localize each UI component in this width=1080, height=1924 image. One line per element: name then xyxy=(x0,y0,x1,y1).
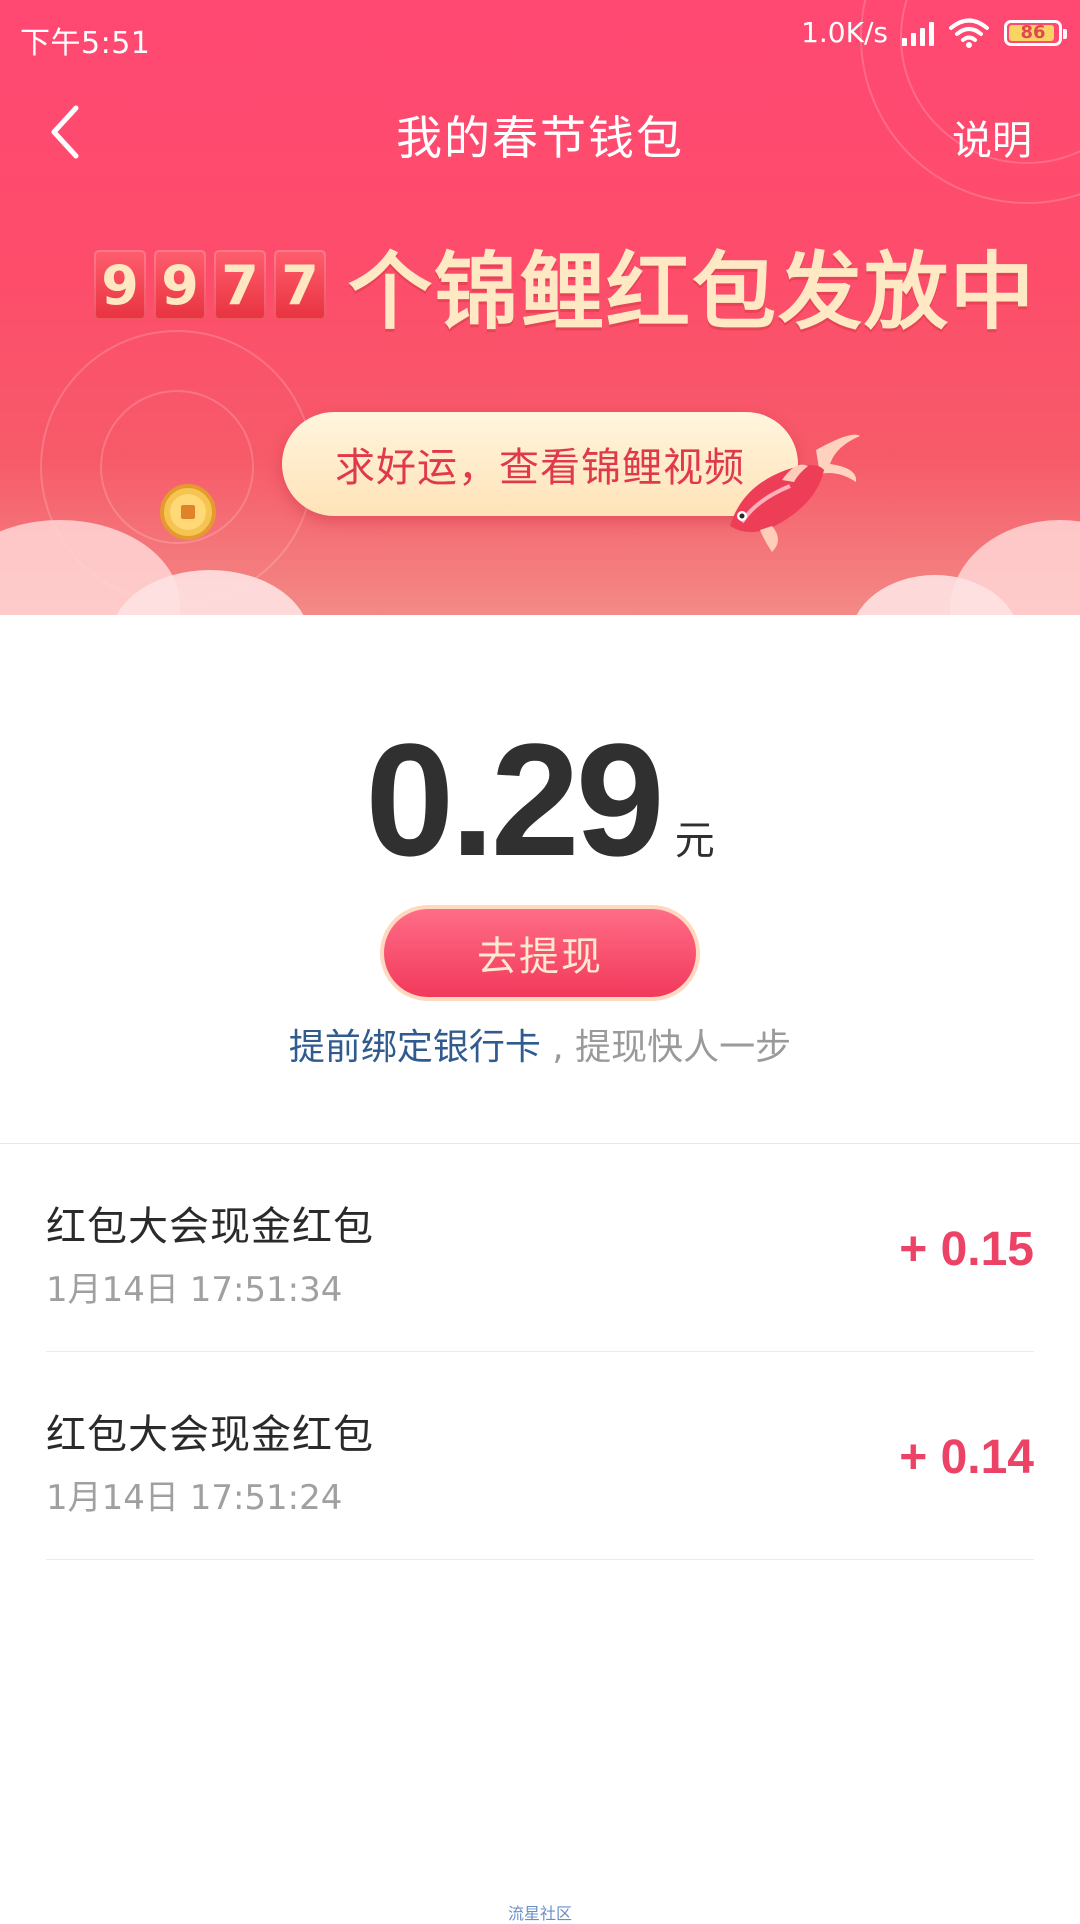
transaction-title: 红包大会现金红包 xyxy=(46,1412,374,1458)
transaction-row[interactable]: 红包大会现金红包 1月14日 17:51:34 + 0.15 xyxy=(0,1144,1080,1352)
balance-amount: 0.29 xyxy=(365,710,664,889)
balance-unit: 元 xyxy=(674,818,715,864)
counter-digit: 9 xyxy=(94,250,146,320)
status-bar: 下午5:51 1.0K/s 86 xyxy=(0,0,1080,72)
counter-digit: 7 xyxy=(214,250,266,320)
status-icons: 1.0K/s 86 xyxy=(801,16,1067,49)
counter-digit: 9 xyxy=(154,250,206,320)
battery-percentage: 86 xyxy=(1020,22,1046,43)
hero-banner: 下午5:51 1.0K/s 86 我的春节钱包 说明 9 9 7 7 个锦鲤红包… xyxy=(0,0,1080,615)
counter-digit: 7 xyxy=(274,250,326,320)
nav-bar: 我的春节钱包 说明 xyxy=(0,80,1080,180)
banner-headline: 个锦鲤红包发放中 xyxy=(348,242,1037,341)
help-link[interactable]: 说明 xyxy=(952,108,1032,166)
balance-display: 0.29 元 xyxy=(0,720,1080,880)
transaction-row[interactable]: 红包大会现金红包 1月14日 17:51:24 + 0.14 xyxy=(0,1352,1080,1560)
transaction-time: 1月14日 17:51:34 xyxy=(46,1270,343,1310)
cellular-signal-icon xyxy=(902,20,934,46)
bind-tip-suffix: , 提现快人一步 xyxy=(540,1027,792,1068)
bind-card-tip: 提前绑定银行卡 , 提现快人一步 xyxy=(0,1018,1080,1070)
withdraw-button[interactable]: 去提现 xyxy=(380,905,700,1001)
coin-icon xyxy=(160,484,216,540)
page-title: 我的春节钱包 xyxy=(396,111,684,165)
bind-bank-card-link[interactable]: 提前绑定银行卡 xyxy=(289,1027,541,1068)
battery-icon: 86 xyxy=(1004,19,1067,46)
transaction-time: 1月14日 17:51:24 xyxy=(46,1478,343,1518)
koi-counter-headline: 9 9 7 7 个锦鲤红包发放中 xyxy=(94,240,1036,341)
status-time: 下午5:51 xyxy=(20,26,151,61)
transaction-amount: + 0.14 xyxy=(899,1431,1034,1484)
network-speed: 1.0K/s xyxy=(801,16,888,49)
row-divider xyxy=(46,1559,1034,1560)
transaction-list: 红包大会现金红包 1月14日 17:51:34 + 0.15 红包大会现金红包 … xyxy=(0,1144,1080,1560)
koi-fish-icon xyxy=(730,434,860,552)
footer-watermark: 流星社区 xyxy=(507,1904,572,1923)
wifi-icon xyxy=(949,18,989,48)
transaction-amount: + 0.15 xyxy=(899,1223,1034,1276)
transaction-title: 红包大会现金红包 xyxy=(46,1204,374,1250)
